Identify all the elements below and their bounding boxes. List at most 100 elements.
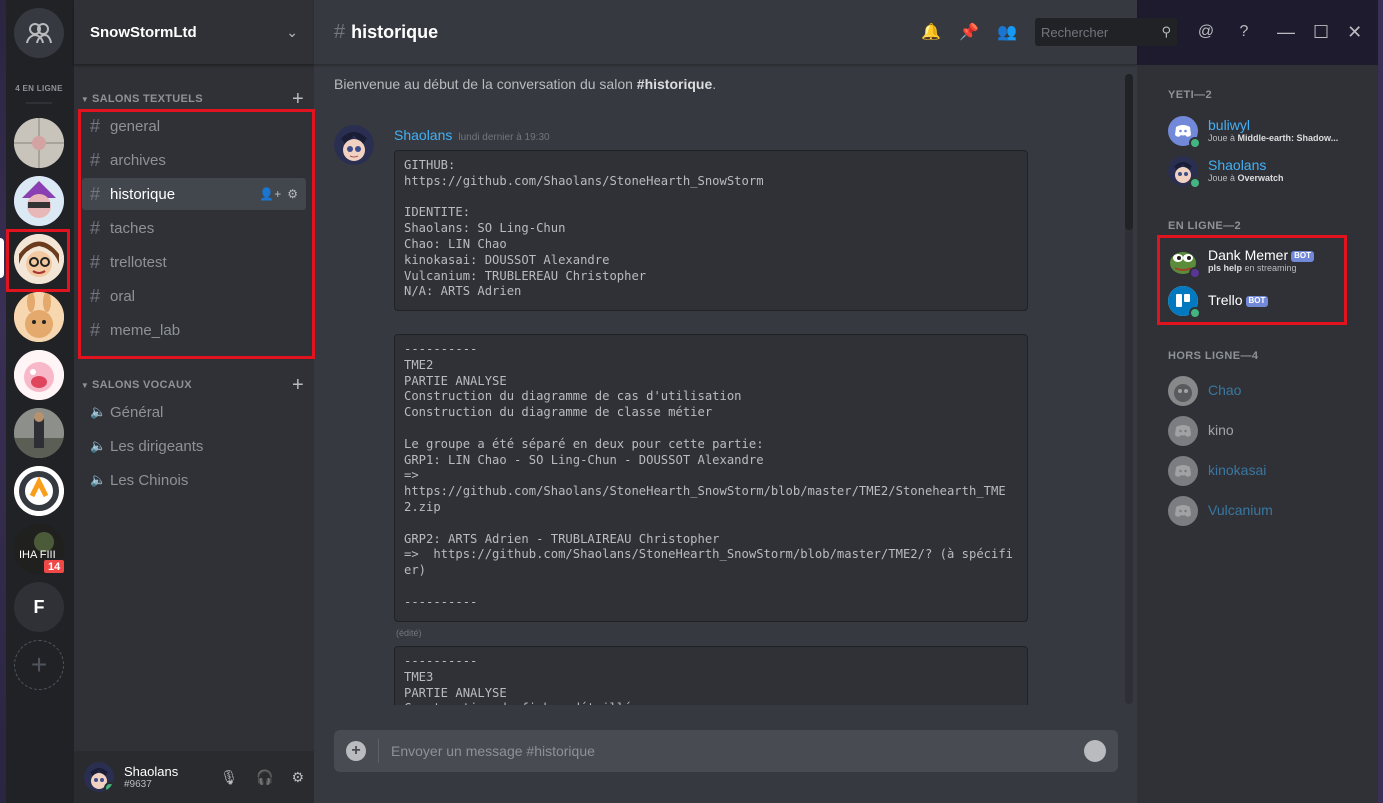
- member-list: YETI—2 buliwyl Joue à Middle-earth: Shad…: [1137, 65, 1378, 803]
- hash-icon: #: [90, 115, 101, 136]
- add-channel-icon[interactable]: +: [292, 89, 304, 109]
- category-voice-channels[interactable]: ▼ SALONS VOCAUX +: [78, 375, 304, 395]
- channel-archives[interactable]: # archives: [82, 144, 306, 176]
- microphone-icon[interactable]: 🎙: [220, 769, 238, 786]
- channel-label: meme_lab: [110, 321, 181, 339]
- channel-label: Les Chinois: [110, 471, 189, 489]
- channel-sidebar: SnowStormLtd ⌄ ▼ SALONS TEXTUELS + # gen…: [74, 0, 314, 803]
- avatar: [1168, 116, 1201, 149]
- pin-icon[interactable]: 📌: [959, 22, 979, 42]
- avatar: [1168, 376, 1198, 406]
- friends-button[interactable]: [14, 8, 64, 58]
- guild-header[interactable]: SnowStormLtd ⌄: [74, 0, 314, 65]
- channel-trellotest[interactable]: # trellotest: [82, 246, 306, 278]
- server-icon-3[interactable]: [14, 234, 64, 284]
- message-timestamp: lundi dernier à 19:30: [458, 132, 550, 143]
- members-icon[interactable]: 👥: [997, 22, 1017, 42]
- speaker-icon: 🔈: [90, 472, 107, 487]
- add-server-button[interactable]: +: [14, 640, 64, 690]
- category-label: SALONS VOCAUX: [92, 379, 192, 391]
- message-input[interactable]: [391, 743, 1084, 759]
- member-name: Chao: [1208, 382, 1242, 399]
- member-group-header: YETI—2: [1168, 89, 1212, 101]
- channel-historique[interactable]: # historique 👤+ ⚙: [82, 178, 306, 210]
- user-discriminator: #9637: [124, 779, 152, 790]
- message-list[interactable]: Bienvenue au début de la conversation du…: [314, 65, 1137, 705]
- discord-logo-icon: [1175, 425, 1191, 437]
- selected-server-indicator: [0, 238, 4, 278]
- channel-label: trellotest: [110, 253, 167, 271]
- chat-area: # historique Bienvenue au début de la co…: [314, 0, 1137, 803]
- channel-label: Général: [110, 403, 164, 421]
- message-author[interactable]: Shaolans: [394, 127, 452, 143]
- help-icon[interactable]: ?: [1235, 23, 1253, 41]
- avatar: [1168, 286, 1201, 319]
- category-text-channels[interactable]: ▼ SALONS TEXTUELS +: [78, 89, 304, 109]
- member-trello[interactable]: Trello BOT: [1168, 281, 1368, 321]
- hash-icon: #: [90, 285, 101, 306]
- channel-label: general: [110, 117, 161, 135]
- channel-label: taches: [110, 219, 155, 237]
- server-icon-overwatch[interactable]: [14, 466, 64, 516]
- channel-label: historique: [110, 185, 176, 203]
- code-block: GITHUB: https://github.com/Shaolans/Ston…: [394, 150, 1028, 311]
- server-icon-1[interactable]: [14, 118, 64, 168]
- avatar[interactable]: [84, 762, 114, 792]
- scrollbar-thumb[interactable]: [1125, 74, 1133, 230]
- headphones-icon[interactable]: 🎧: [256, 769, 273, 786]
- channel-title: historique: [351, 21, 439, 42]
- mention-icon[interactable]: @: [1197, 23, 1215, 41]
- message-composer: +: [334, 730, 1118, 772]
- emoji-icon[interactable]: [1084, 740, 1106, 762]
- gear-icon[interactable]: ⚙: [291, 769, 304, 786]
- server-icon-5[interactable]: [14, 350, 64, 400]
- member-shaolans[interactable]: Shaolans Joue à Overwatch: [1168, 151, 1368, 191]
- server-icon-4[interactable]: [14, 292, 64, 342]
- maximize-icon[interactable]: ☐: [1313, 22, 1329, 43]
- server-icon-f[interactable]: F: [14, 582, 64, 632]
- hash-icon: #: [90, 149, 101, 170]
- voice-channel-general[interactable]: 🔈 Général: [82, 396, 306, 428]
- rail-separator: [26, 102, 52, 104]
- member-group-header: EN LIGNE—2: [1168, 220, 1242, 232]
- close-icon[interactable]: ✕: [1347, 22, 1362, 43]
- member-name: Vulcanium: [1208, 502, 1273, 519]
- invite-icon[interactable]: 👤+: [259, 187, 281, 201]
- upload-plus-icon[interactable]: +: [346, 741, 366, 761]
- channel-general[interactable]: # general: [82, 110, 306, 142]
- search-icon[interactable]: ⚲: [1161, 24, 1171, 40]
- channel-meme-lab[interactable]: # meme_lab: [82, 314, 306, 346]
- rail-edge: [0, 0, 6, 803]
- search-box[interactable]: ⚲: [1035, 18, 1177, 46]
- server-icon-2[interactable]: [14, 176, 64, 226]
- gear-icon[interactable]: ⚙: [287, 187, 298, 201]
- member-name: buliwyl: [1208, 117, 1251, 134]
- member-vulcanium[interactable]: Vulcanium: [1168, 491, 1368, 531]
- voice-channel-les-chinois[interactable]: 🔈 Les Chinois: [82, 464, 306, 496]
- member-chao[interactable]: Chao: [1168, 371, 1368, 411]
- channel-label: archives: [110, 151, 166, 169]
- search-input[interactable]: [1041, 24, 1151, 40]
- avatar: [1168, 416, 1198, 446]
- member-kino[interactable]: kino: [1168, 411, 1368, 451]
- channel-oral[interactable]: # oral: [82, 280, 306, 312]
- username: Shaolans: [124, 764, 179, 779]
- photo-server-icon: [14, 408, 64, 458]
- member-group-header: HORS LIGNE—4: [1168, 350, 1259, 362]
- member-kinokasai[interactable]: kinokasai: [1168, 451, 1368, 491]
- minimize-icon[interactable]: —: [1277, 22, 1295, 43]
- cartoon-server-icon: [14, 350, 64, 400]
- bell-icon[interactable]: 🔔: [921, 22, 941, 42]
- add-channel-icon[interactable]: +: [292, 375, 304, 395]
- bunny-server-icon: [14, 292, 64, 342]
- channel-taches[interactable]: # taches: [82, 212, 306, 244]
- voice-channel-les-dirigeants[interactable]: 🔈 Les dirigeants: [82, 430, 306, 462]
- avatar: [1168, 456, 1198, 486]
- server-icon-6[interactable]: [14, 408, 64, 458]
- message-avatar[interactable]: [334, 125, 374, 165]
- member-avatar-image: [1168, 376, 1198, 406]
- friends-icon: [26, 23, 52, 44]
- discord-logo-icon: [1175, 125, 1191, 137]
- member-buliwyl[interactable]: buliwyl Joue à Middle-earth: Shadow...: [1168, 111, 1368, 151]
- member-dank-memer[interactable]: Dank Memer BOT pls help en streaming: [1168, 241, 1368, 281]
